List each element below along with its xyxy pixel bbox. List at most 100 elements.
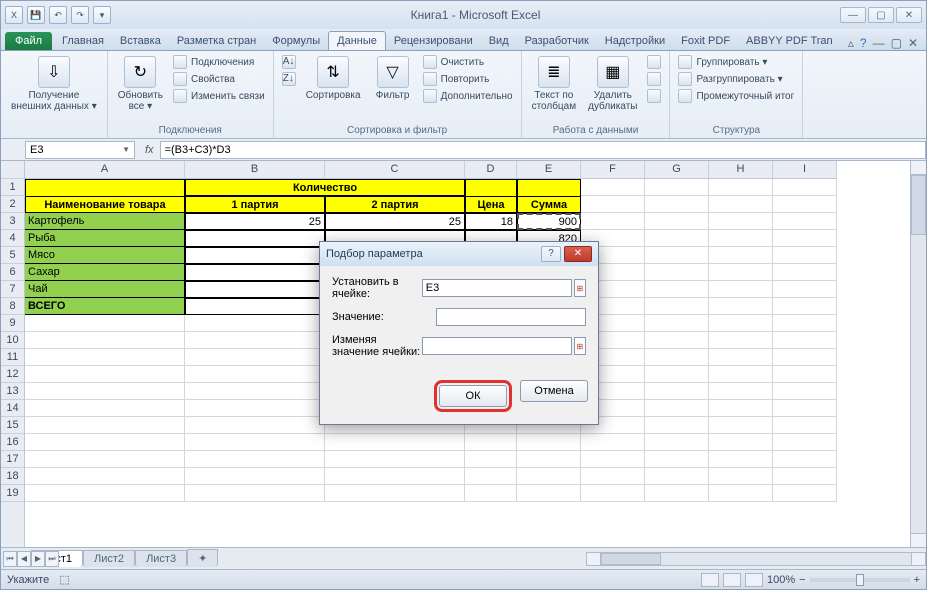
tab-pagelayout[interactable]: Разметка стран: [169, 32, 264, 50]
sheet-tab[interactable]: Лист2: [83, 550, 135, 567]
cell[interactable]: [709, 315, 773, 332]
cell[interactable]: [773, 315, 837, 332]
cell[interactable]: 25: [325, 213, 465, 230]
cell[interactable]: [25, 383, 185, 400]
cell[interactable]: [645, 247, 709, 264]
undo-icon[interactable]: ↶: [49, 6, 67, 24]
cell[interactable]: [465, 434, 517, 451]
excel-icon[interactable]: X: [5, 6, 23, 24]
row-header[interactable]: 6: [1, 264, 24, 281]
cell[interactable]: [645, 468, 709, 485]
dialog-titlebar[interactable]: Подбор параметра ? ✕: [320, 242, 598, 266]
cell[interactable]: [25, 451, 185, 468]
scroll-up-icon[interactable]: [911, 161, 926, 175]
row-header[interactable]: 3: [1, 213, 24, 230]
cell[interactable]: [581, 434, 645, 451]
sheet-nav-prev[interactable]: ◀: [17, 551, 31, 567]
scroll-thumb[interactable]: [911, 175, 926, 235]
row-header[interactable]: 14: [1, 400, 24, 417]
row-header[interactable]: 7: [1, 281, 24, 298]
cell[interactable]: [581, 179, 645, 196]
save-icon[interactable]: 💾: [27, 6, 45, 24]
col-header[interactable]: C: [325, 161, 465, 179]
cell[interactable]: [773, 281, 837, 298]
cell[interactable]: [709, 349, 773, 366]
cell[interactable]: [25, 179, 185, 196]
new-sheet-button[interactable]: ✦: [187, 549, 218, 567]
refresh-all-button[interactable]: ↻ Обновить все ▾: [114, 54, 167, 114]
cell[interactable]: [773, 451, 837, 468]
ok-button[interactable]: ОК: [439, 385, 507, 407]
namebox-dropdown-icon[interactable]: ▼: [122, 145, 130, 154]
ref-picker-icon[interactable]: ⊞: [574, 337, 586, 355]
cell[interactable]: [185, 230, 325, 247]
cell[interactable]: [581, 468, 645, 485]
dialog-help-button[interactable]: ?: [541, 246, 561, 262]
cell[interactable]: [517, 179, 581, 196]
active-cell[interactable]: 900: [517, 213, 581, 230]
row-header[interactable]: 10: [1, 332, 24, 349]
cell[interactable]: Мясо: [25, 247, 185, 264]
cell[interactable]: [773, 179, 837, 196]
cell[interactable]: [581, 213, 645, 230]
filter-button[interactable]: ▽ Фильтр: [369, 54, 417, 103]
cell[interactable]: [465, 485, 517, 502]
tab-home[interactable]: Главная: [54, 32, 112, 50]
whatif-button[interactable]: [645, 88, 663, 104]
cell[interactable]: [645, 366, 709, 383]
sort-button[interactable]: ⇅ Сортировка: [302, 54, 365, 103]
view-layout-button[interactable]: [723, 573, 741, 587]
cell[interactable]: [645, 349, 709, 366]
cell[interactable]: [645, 451, 709, 468]
set-cell-input[interactable]: [422, 279, 572, 297]
row-header[interactable]: 12: [1, 366, 24, 383]
cell[interactable]: [773, 400, 837, 417]
connections-button[interactable]: Подключения: [171, 54, 267, 70]
col-header[interactable]: E: [517, 161, 581, 179]
cell[interactable]: [709, 485, 773, 502]
cell[interactable]: [325, 485, 465, 502]
view-break-button[interactable]: [745, 573, 763, 587]
cell[interactable]: [773, 349, 837, 366]
cell[interactable]: [185, 281, 325, 298]
cell[interactable]: [185, 298, 325, 315]
ribbon-minimize-icon[interactable]: ▵: [848, 36, 854, 50]
cell[interactable]: [773, 485, 837, 502]
row-header[interactable]: 2: [1, 196, 24, 213]
name-box[interactable]: E3▼: [25, 141, 135, 159]
row-header[interactable]: 1: [1, 179, 24, 196]
cell[interactable]: [709, 417, 773, 434]
cell[interactable]: [185, 400, 325, 417]
cell[interactable]: [645, 196, 709, 213]
cell[interactable]: [185, 315, 325, 332]
col-header[interactable]: H: [709, 161, 773, 179]
col-header[interactable]: I: [773, 161, 837, 179]
cell[interactable]: Рыба: [25, 230, 185, 247]
sort-desc-button[interactable]: Z↓: [280, 71, 298, 87]
tab-developer[interactable]: Разработчик: [517, 32, 597, 50]
redo-icon[interactable]: ↷: [71, 6, 89, 24]
cell[interactable]: [581, 451, 645, 468]
cell[interactable]: [709, 332, 773, 349]
close-button[interactable]: ✕: [896, 7, 922, 23]
group-button[interactable]: Группировать ▾: [676, 54, 796, 70]
sheet-nav-last[interactable]: ⏭: [45, 551, 59, 567]
sheet-tab[interactable]: Лист3: [135, 550, 187, 567]
row-header[interactable]: 8: [1, 298, 24, 315]
cell[interactable]: [645, 417, 709, 434]
cell[interactable]: [325, 451, 465, 468]
cell[interactable]: [645, 485, 709, 502]
doc-close-icon[interactable]: ✕: [908, 36, 918, 50]
cell[interactable]: [465, 451, 517, 468]
row-header[interactable]: 13: [1, 383, 24, 400]
properties-button[interactable]: Свойства: [171, 71, 267, 87]
horizontal-scrollbar[interactable]: [586, 552, 926, 566]
cell[interactable]: [25, 468, 185, 485]
tab-insert[interactable]: Вставка: [112, 32, 169, 50]
edit-links-button[interactable]: Изменить связи: [171, 88, 267, 104]
sheet-nav-next[interactable]: ▶: [31, 551, 45, 567]
zoom-in-button[interactable]: +: [914, 574, 920, 586]
col-header[interactable]: B: [185, 161, 325, 179]
cell[interactable]: [709, 298, 773, 315]
row-header[interactable]: 18: [1, 468, 24, 485]
